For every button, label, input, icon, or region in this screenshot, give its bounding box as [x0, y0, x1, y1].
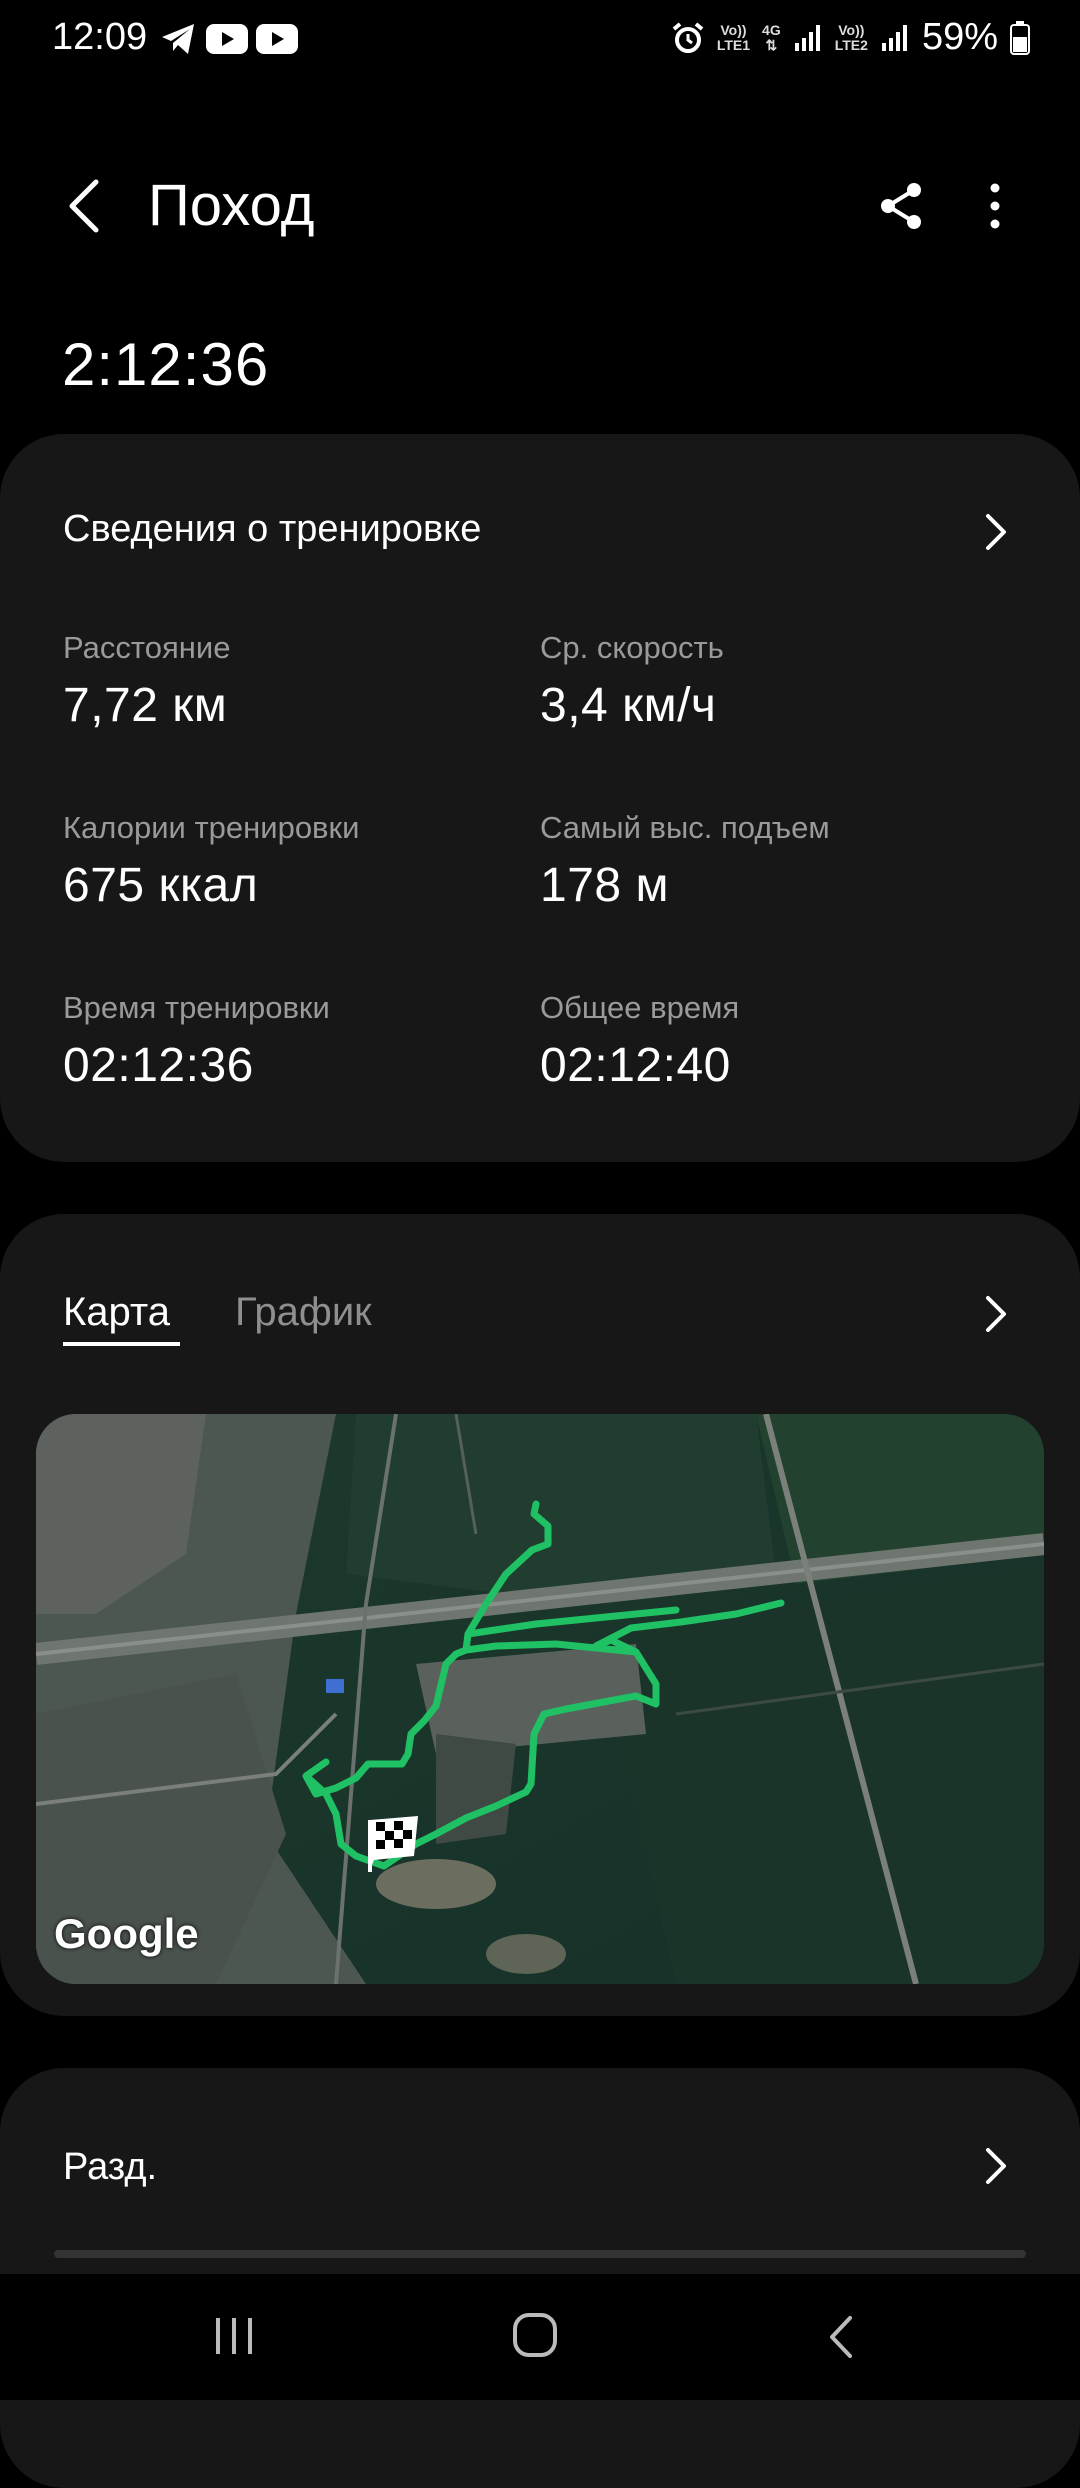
stat-value: 675 ккал	[63, 858, 359, 913]
stat-total-time: Общее время 02:12:40	[540, 990, 739, 1093]
alarm-icon	[672, 21, 704, 53]
stat-max-elevation: Самый выс. подъем 178 м	[540, 810, 830, 913]
google-attribution: Google	[54, 1910, 199, 1957]
stat-number: 178	[540, 859, 622, 912]
battery-percent: 59%	[921, 16, 998, 58]
stat-number: 3,4	[540, 679, 609, 732]
chevron-right-icon[interactable]	[982, 1294, 1010, 1334]
battery-icon	[1010, 20, 1030, 55]
chevron-right-icon[interactable]	[982, 512, 1010, 552]
workout-details-card[interactable]: Сведения о тренировке Расстояние 7,72 км…	[0, 434, 1080, 1162]
tab-active-indicator	[63, 1342, 180, 1346]
network-volte-label: Vo))	[720, 21, 747, 38]
stat-avg-speed: Ср. скорость 3,4 км/ч	[540, 630, 724, 733]
network-4g-label: 4G	[762, 21, 781, 38]
stat-label: Время тренировки	[63, 990, 330, 1025]
status-time: 12:09	[52, 16, 148, 58]
telegram-icon	[162, 24, 194, 54]
splits-title: Разд.	[63, 2146, 158, 2188]
stat-unit: км/ч	[622, 679, 717, 732]
youtube-icon	[256, 24, 298, 54]
stat-value: 3,4 км/ч	[540, 678, 724, 733]
stat-value: 178 м	[540, 858, 830, 913]
stat-label: Самый выс. подъем	[540, 810, 830, 845]
tab-chart[interactable]: График	[235, 1290, 372, 1335]
youtube-icon	[206, 24, 248, 54]
stat-value: 7,72 км	[63, 678, 230, 733]
back-arrow-icon[interactable]	[60, 176, 110, 236]
stat-label: Общее время	[540, 990, 740, 1025]
recents-icon[interactable]	[212, 2316, 256, 2356]
stat-value: 02:12:40	[540, 1039, 731, 1092]
stat-label: Ср. скорость	[540, 630, 724, 665]
stat-unit: м	[635, 859, 669, 912]
stat-label: Калории тренировки	[63, 810, 360, 845]
signal-icon	[794, 24, 820, 51]
more-options-icon[interactable]	[972, 180, 1018, 232]
stat-value: 02:12:36	[63, 1039, 254, 1092]
chevron-right-icon[interactable]	[982, 2146, 1010, 2186]
status-bar: 12:09 Vo)) LTE1 4G ⇅ Vo)) LTE2 59%	[0, 0, 1080, 80]
splits-divider	[54, 2250, 1026, 2258]
nav-back-icon[interactable]	[826, 2314, 856, 2360]
network-lte-label: LTE1	[716, 36, 751, 53]
home-icon[interactable]	[512, 2312, 558, 2358]
network-volte-label: Vo))	[838, 21, 865, 38]
workout-details-title: Сведения о тренировке	[63, 508, 482, 550]
notification-icons	[160, 22, 298, 56]
stat-workout-time: Время тренировки 02:12:36	[63, 990, 330, 1093]
stat-calories: Калории тренировки 675 ккал	[63, 810, 359, 913]
data-arrows-icon: ⇅	[765, 36, 778, 53]
stat-number: 675	[63, 859, 145, 912]
network-lte-label: LTE2	[834, 36, 868, 53]
stat-label: Расстояние	[63, 630, 231, 665]
status-right: Vo)) LTE1 4G ⇅ Vo)) LTE2 59%	[671, 16, 1030, 59]
share-icon[interactable]	[876, 180, 926, 232]
page-title: Поход	[148, 173, 315, 238]
network-4g: 4G ⇅	[762, 21, 781, 53]
workout-duration: 2:12:36	[62, 331, 270, 398]
stat-distance: Расстояние 7,72 км	[63, 630, 230, 733]
stat-unit: км	[172, 679, 228, 732]
signal-icon	[881, 24, 907, 51]
network-lte2: Vo)) LTE2	[834, 21, 868, 53]
stat-unit: ккал	[158, 859, 259, 912]
stat-number: 7,72	[63, 679, 159, 732]
route-map[interactable]: Google	[36, 1414, 1044, 1984]
network-lte1: Vo)) LTE1	[716, 21, 751, 53]
tab-map[interactable]: Карта	[63, 1290, 170, 1335]
satellite-map	[36, 1414, 1044, 1984]
